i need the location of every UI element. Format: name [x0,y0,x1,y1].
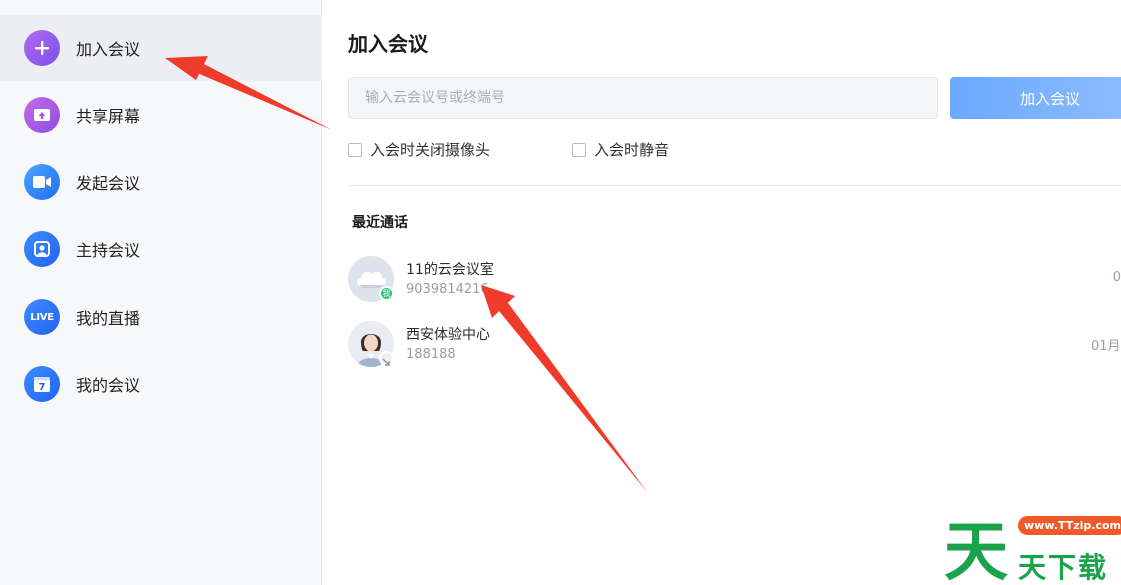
calendar-icon: 7 [24,366,60,402]
call-name: 西安体验中心 [406,327,490,343]
recent-calls-title: 最近通话 [352,215,408,231]
sidebar-item-label: 共享屏幕 [76,107,141,126]
svg-text:天: 天 [944,516,1008,585]
sidebar-item-my-live[interactable]: LIVE 我的直播 [0,284,321,350]
sidebar-item-host-meeting[interactable]: 主持会议 [0,216,321,282]
camera-off-label: 入会时关闭摄像头 [370,141,491,159]
outgoing-call-icon [379,351,394,366]
plus-icon [24,30,60,66]
join-meeting-button[interactable]: 加入会议 [950,77,1121,119]
watermark-sky-icon: 天 [944,516,1008,585]
sidebar-item-label: 发起会议 [76,174,141,193]
share-screen-icon [24,97,60,133]
join-meeting-panel: 加入会议 加入会议 入会时关闭摄像头 入会时静音 最近通话 我 11的云会议室 [322,0,1121,585]
watermark-url: www.TTzip.com [1018,516,1121,535]
sidebar-item-label: 加入会议 [76,40,141,59]
sidebar-item-my-meetings[interactable]: 7 我的会议 [0,351,321,417]
mute-checkbox[interactable] [572,142,586,157]
sidebar: 加入会议 共享屏幕 发起会议 主持会议 LIVE 我的直播 7 我的会议 [0,0,322,585]
sidebar-item-join-meeting[interactable]: 加入会议 [0,15,321,81]
sidebar-item-label: 我的会议 [76,376,141,395]
divider [348,185,1121,186]
page-title: 加入会议 [348,32,428,56]
sidebar-item-label: 我的直播 [76,309,141,328]
call-time: 0 [1112,270,1121,285]
camera-off-checkbox[interactable] [348,142,362,157]
video-camera-icon [24,164,60,200]
host-user-icon [24,231,60,267]
sidebar-item-share-screen[interactable]: 共享屏幕 [0,82,321,148]
camera-off-option[interactable]: 入会时关闭摄像头 [348,139,490,160]
call-number: 9039814216 [406,282,489,297]
mute-option[interactable]: 入会时静音 [572,139,669,160]
call-name: 11的云会议室 [406,262,494,278]
call-time: 01月( [1091,339,1121,354]
live-icon: LIVE [24,299,60,335]
watermark-logo: 天 www.TTzip.com 天下载 [940,508,1121,585]
mute-label: 入会时静音 [594,141,670,159]
call-number: 188188 [406,347,456,362]
watermark-text: 天下载 [1018,551,1109,584]
recent-call-item[interactable]: 我 11的云会议室 9039814216 0 [348,256,1121,312]
sidebar-item-label: 主持会议 [76,241,141,260]
sidebar-item-start-meeting[interactable]: 发起会议 [0,149,321,215]
self-badge: 我 [379,286,394,301]
svg-text:7: 7 [39,382,46,393]
meeting-number-input[interactable] [348,77,938,119]
recent-call-item[interactable]: 西安体验中心 188188 01月( [348,321,1121,377]
app-window: 加入会议 共享屏幕 发起会议 主持会议 LIVE 我的直播 7 我的会议 加入会… [0,0,1121,585]
